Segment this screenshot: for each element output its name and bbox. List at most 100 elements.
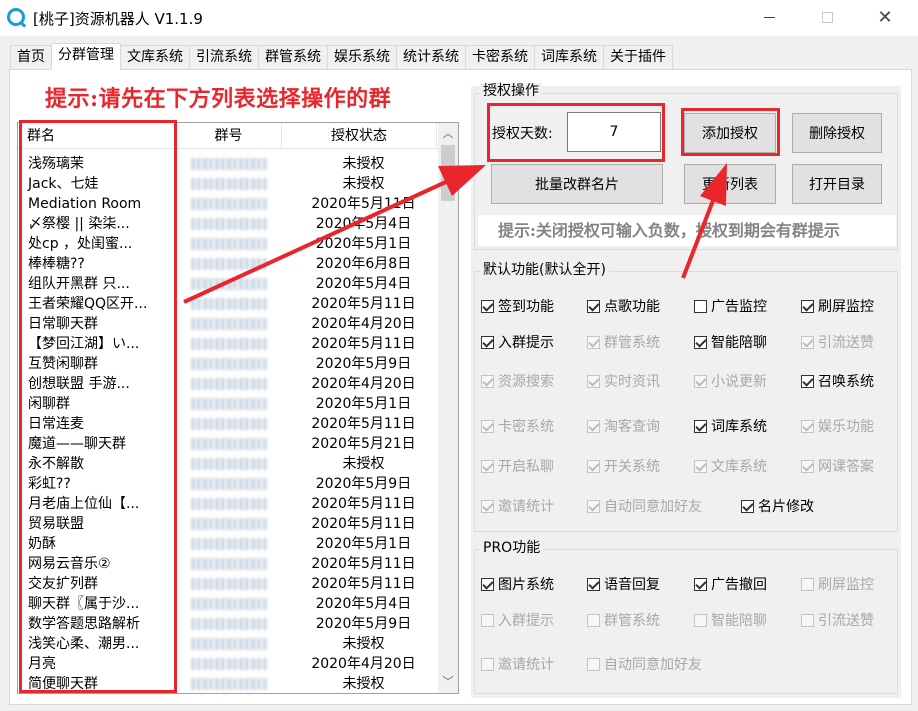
feature-checkbox[interactable]: 刷屏监控 [801,296,874,316]
checkbox-check-icon[interactable] [481,613,494,627]
feature-checkbox[interactable]: 资源搜索 [481,371,554,391]
checkbox-check-icon[interactable] [587,499,600,513]
checkbox-check-icon[interactable] [587,299,600,313]
feature-checkbox[interactable]: 文库系统 [694,456,767,476]
feature-checkbox[interactable]: 自动同意加好友 [587,654,702,674]
scroll-down-icon[interactable]: ﹀ [438,673,458,691]
tab-home[interactable]: 首页 [10,45,52,69]
checkbox-check-icon[interactable] [694,577,707,591]
feature-checkbox[interactable]: 签到功能 [481,296,554,316]
checkbox-check-icon[interactable] [801,613,814,627]
feature-checkbox[interactable]: 群管系统 [587,610,660,630]
minimize-button[interactable] [746,0,792,34]
feature-checkbox[interactable]: 语音回复 [587,574,660,594]
delete-auth-button[interactable]: 删除授权 [792,113,882,153]
checkbox-check-icon[interactable] [801,419,814,433]
column-header-auth-status[interactable]: 授权状态 [282,123,437,149]
checkbox-check-icon[interactable] [801,374,814,388]
feature-checkbox[interactable]: 淘客查询 [587,416,660,436]
checkbox-check-icon[interactable] [481,299,494,313]
checkbox-check-icon[interactable] [481,335,494,349]
checkbox-check-icon[interactable] [481,374,494,388]
checkbox-check-icon[interactable] [481,577,494,591]
feature-checkbox[interactable]: 广告监控 [694,296,767,316]
checkbox-check-icon[interactable] [694,613,707,627]
feature-checkbox-label: 实时资讯 [604,374,660,390]
feature-checkbox[interactable]: 智能陪聊 [694,332,767,352]
checkbox-check-icon[interactable] [694,459,707,473]
feature-checkbox[interactable]: 智能陪聊 [694,610,767,630]
scroll-up-icon[interactable]: ︿ [438,125,458,143]
close-button[interactable]: ✕ [862,0,908,34]
checkbox-check-icon[interactable] [694,335,707,349]
tab-group-admin[interactable]: 群管系统 [258,45,328,69]
feature-checkbox[interactable]: 实时资讯 [587,371,660,391]
feature-checkbox[interactable]: 名片修改 [741,496,814,516]
redacted-group-number [191,178,267,190]
checkbox-check-icon[interactable] [801,459,814,473]
feature-checkbox-label: 刷屏监控 [818,577,874,593]
feature-checkbox[interactable]: 点歌功能 [587,296,660,316]
checkbox-check-icon[interactable] [694,299,707,313]
feature-checkbox-label: 广告监控 [711,299,767,315]
checkbox-check-icon[interactable] [741,499,754,513]
checkbox-check-icon[interactable] [587,419,600,433]
feature-checkbox[interactable]: 广告撤回 [694,574,767,594]
tab-lexicon[interactable]: 词库系统 [534,45,604,69]
tab-group-management[interactable]: 分群管理 [51,43,121,70]
redacted-group-number [191,158,267,170]
checkbox-check-icon[interactable] [801,299,814,313]
feature-checkbox[interactable]: 引流送赞 [801,332,874,352]
feature-checkbox[interactable]: 邀请统计 [481,654,554,674]
tab-statistics[interactable]: 统计系统 [396,45,466,69]
feature-checkbox-label: 刷屏监控 [818,299,874,315]
feature-checkbox[interactable]: 小说更新 [694,371,767,391]
feature-checkbox[interactable]: 引流送赞 [801,610,874,630]
checkbox-check-icon[interactable] [587,335,600,349]
tab-about[interactable]: 关于插件 [603,45,673,69]
feature-checkbox-label: 娱乐功能 [818,419,874,435]
checkbox-check-icon[interactable] [694,374,707,388]
checkbox-check-icon[interactable] [587,374,600,388]
checkbox-check-icon[interactable] [587,577,600,591]
feature-checkbox-label: 邀请统计 [498,499,554,515]
checkbox-check-icon[interactable] [481,499,494,513]
feature-checkbox[interactable]: 刷屏监控 [801,574,874,594]
scroll-thumb[interactable] [441,145,455,201]
maximize-button[interactable] [804,0,850,34]
feature-checkbox[interactable]: 开关系统 [587,456,660,476]
feature-checkbox[interactable]: 娱乐功能 [801,416,874,436]
feature-checkbox-label: 图片系统 [498,577,554,593]
feature-checkbox-label: 引流送赞 [818,613,874,629]
checkbox-check-icon[interactable] [481,657,494,671]
feature-checkbox[interactable]: 网课答案 [801,456,874,476]
feature-checkbox[interactable]: 词库系统 [694,416,767,436]
checkbox-check-icon[interactable] [481,459,494,473]
tab-library[interactable]: 文库系统 [120,45,190,69]
refresh-list-button[interactable]: 更新列表 [684,164,776,204]
vertical-scrollbar[interactable]: ︿ ﹀ [438,123,458,693]
checkbox-check-icon[interactable] [481,419,494,433]
column-header-group-number[interactable]: 群号 [176,123,282,149]
checkbox-check-icon[interactable] [801,335,814,349]
open-directory-button[interactable]: 打开目录 [792,164,882,204]
feature-checkbox[interactable]: 入群提示 [481,332,554,352]
tab-entertainment[interactable]: 娱乐系统 [327,45,397,69]
feature-checkbox[interactable]: 卡密系统 [481,416,554,436]
feature-checkbox[interactable]: 入群提示 [481,610,554,630]
annotation-box-group-names [19,120,177,693]
checkbox-check-icon[interactable] [801,577,814,591]
feature-checkbox[interactable]: 召唤系统 [801,371,874,391]
checkbox-check-icon[interactable] [587,459,600,473]
checkbox-check-icon[interactable] [587,613,600,627]
tab-card-keys[interactable]: 卡密系统 [465,45,535,69]
tab-traffic[interactable]: 引流系统 [189,45,259,69]
batch-rename-button[interactable]: 批量改群名片 [491,164,663,204]
checkbox-check-icon[interactable] [694,419,707,433]
feature-checkbox[interactable]: 群管系统 [587,332,660,352]
feature-checkbox[interactable]: 开启私聊 [481,456,554,476]
feature-checkbox[interactable]: 自动同意加好友 [587,496,702,516]
checkbox-check-icon[interactable] [587,657,600,671]
feature-checkbox[interactable]: 图片系统 [481,574,554,594]
feature-checkbox[interactable]: 邀请统计 [481,496,554,516]
